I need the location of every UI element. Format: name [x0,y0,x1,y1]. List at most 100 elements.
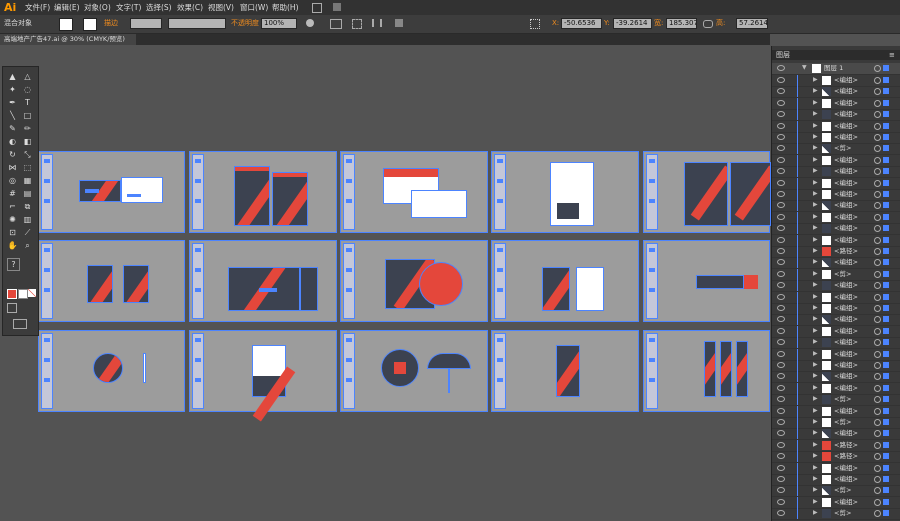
target-icon[interactable] [874,270,881,278]
layer-name[interactable]: <编组> [834,166,858,177]
target-icon[interactable] [874,430,881,438]
layer-name[interactable]: <编组> [834,303,858,314]
visibility-eye-icon[interactable] [777,362,785,368]
layer-row[interactable]: ▶ <编组> [772,405,900,418]
target-icon[interactable] [874,168,881,176]
free-transform-tool-icon[interactable]: ⬚ [22,162,33,173]
visibility-eye-icon[interactable] [777,168,785,175]
visibility-eye-icon[interactable] [777,407,785,414]
menu-item-8[interactable]: 帮助(H) [272,0,299,15]
layer-row[interactable]: ▶ <编组> [772,337,900,350]
expand-arrow-icon[interactable]: ▶ [813,327,818,334]
target-icon[interactable] [874,487,881,495]
layer-row[interactable]: ▶ <编组> [772,496,900,509]
lasso-tool-icon[interactable]: ◌ [22,84,33,95]
layer-name[interactable]: <编组> [834,406,858,417]
recolor-artwork-icon[interactable] [306,19,314,27]
visibility-eye-icon[interactable] [777,476,785,482]
layer-row[interactable]: ▶ <编组> [772,382,900,395]
artboard-letterhead-envelope[interactable] [340,151,488,233]
artboard-poster[interactable] [643,151,771,233]
visibility-eye-icon[interactable] [777,259,785,266]
expand-arrow-icon[interactable]: ▶ [813,99,818,106]
expand-arrow-icon[interactable]: ▶ [813,372,818,379]
menu-item-3[interactable]: 文字(T) [116,0,141,15]
eyedropper-tool-icon[interactable]: ⌐ [7,201,18,212]
visibility-eye-icon[interactable] [777,88,785,95]
layer-row[interactable]: ▶ <剪> [772,143,900,156]
layer-name[interactable]: <剪> [834,485,851,496]
expand-arrow-icon[interactable]: ▶ [813,486,818,493]
layer-name[interactable]: <编组> [834,314,858,325]
layer-name[interactable]: <路径> [834,440,858,451]
shape-builder-tool-icon[interactable]: ◎ [7,175,18,186]
stroke-color-swatch[interactable] [18,289,28,299]
layer-name[interactable]: <编组> [834,109,858,120]
artboard-banner[interactable] [491,330,639,412]
visibility-eye-icon[interactable] [777,99,785,106]
target-icon[interactable] [874,510,881,518]
magic-wand-tool-icon[interactable]: ✦ [7,84,18,95]
layer-row-top[interactable]: ▼ 图层 1 [772,63,900,75]
expand-arrow-icon[interactable]: ▶ [813,418,818,425]
perspective-grid-tool-icon[interactable]: ▦ [22,175,33,186]
layer-name[interactable]: <编组> [834,463,858,474]
layer-name[interactable]: <剪> [834,143,851,154]
visibility-eye-icon[interactable] [777,327,785,334]
target-icon[interactable] [874,282,881,290]
visibility-eye-icon[interactable] [777,202,785,209]
drawing-mode-icon[interactable] [7,303,17,313]
expand-arrow-icon[interactable]: ▶ [813,167,818,174]
layer-name[interactable]: <编组> [834,383,858,394]
layers-panel-title[interactable]: 图层 [776,50,790,60]
layer-row[interactable]: ▶ <编组> [772,257,900,270]
reference-point-icon[interactable] [530,19,540,29]
expand-arrow-icon[interactable]: ▶ [813,144,818,151]
layer-name[interactable]: <编组> [834,326,858,337]
layer-name[interactable]: <编组> [834,292,858,303]
expand-arrow-icon[interactable]: ▶ [813,350,818,357]
artboard-badges[interactable] [491,240,639,322]
layer-row[interactable]: ▶ <剪> [772,394,900,407]
layer-name[interactable]: <编组> [834,360,858,371]
isolate-icon[interactable] [395,19,403,27]
expand-arrow-icon[interactable]: ▶ [813,315,818,322]
variable-width-dropdown[interactable] [168,18,226,29]
visibility-eye-icon[interactable] [777,396,785,403]
layer-name[interactable]: <路径> [834,246,858,257]
layer-row[interactable]: ▶ <编组> [772,360,900,372]
visibility-eye-icon[interactable] [777,453,785,460]
visibility-eye-icon[interactable] [777,441,785,448]
artboard-cups[interactable] [38,240,185,322]
menu-item-1[interactable]: 编辑(E) [54,0,80,15]
artboard-pen[interactable] [643,240,770,322]
layer-name[interactable]: <剪> [834,394,851,405]
stroke-weight-field[interactable] [130,18,162,29]
layer-row[interactable]: ▶ <路径> [772,246,900,258]
pencil-tool-icon[interactable]: ✏ [22,123,33,134]
column-graph-tool-icon[interactable]: ▥ [22,214,33,225]
layer-row[interactable]: ▶ <编组> [772,97,900,110]
layer-name[interactable]: <剪> [834,269,851,280]
visibility-eye-icon[interactable] [777,282,785,289]
layer-row[interactable]: ▶ <编组> [772,234,900,247]
layer-row[interactable]: ▶ <编组> [772,348,900,361]
target-icon[interactable] [874,88,881,96]
layer-row[interactable]: ▶ <剪> [772,268,900,281]
symbol-sprayer-tool-icon[interactable]: ✺ [7,214,18,225]
expand-arrow-icon[interactable]: ▶ [813,452,818,459]
layer-row[interactable]: ▶ <编组> [772,280,900,293]
layer-name[interactable]: <编组> [834,223,858,234]
target-icon[interactable] [874,179,881,187]
target-icon[interactable] [874,259,881,267]
expand-arrow-icon[interactable]: ▶ [813,395,818,402]
mesh-tool-icon[interactable]: # [7,188,18,199]
target-icon[interactable] [874,441,881,449]
layer-name[interactable]: <编组> [834,200,858,211]
visibility-eye-icon[interactable] [777,384,785,391]
target-icon[interactable] [874,464,881,472]
target-icon[interactable] [874,339,881,347]
artboard-handbags[interactable] [189,240,337,322]
artboard-button-badge[interactable] [38,330,185,412]
target-icon[interactable] [874,65,881,72]
